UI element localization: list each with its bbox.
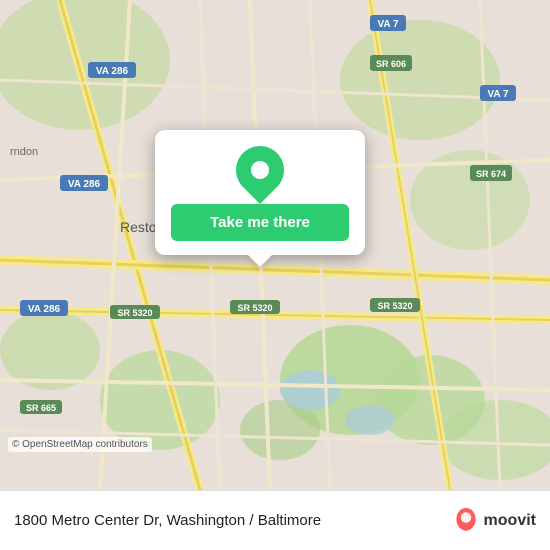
svg-text:SR 606: SR 606 xyxy=(376,59,406,69)
pin-inner-dot xyxy=(251,161,269,179)
location-pin-icon xyxy=(226,136,294,204)
moovit-brand-label: moovit xyxy=(484,512,536,530)
svg-text:SR 5320: SR 5320 xyxy=(377,301,412,311)
bottom-bar: 1800 Metro Center Dr, Washington / Balti… xyxy=(0,490,550,550)
svg-text:SR 674: SR 674 xyxy=(476,169,506,179)
moovit-logo: moovit xyxy=(452,507,536,535)
svg-text:rndon: rndon xyxy=(10,146,38,158)
osm-credit: © OpenStreetMap contributors xyxy=(8,437,152,452)
location-popup: Take me there xyxy=(155,130,365,255)
svg-text:VA 7: VA 7 xyxy=(487,89,509,100)
map-container: VA 286 VA 286 VA 286 VA 7 VA 7 SR 606 SR… xyxy=(0,0,550,490)
take-me-there-button[interactable]: Take me there xyxy=(171,204,349,241)
svg-text:VA 286: VA 286 xyxy=(28,304,61,315)
address-label: 1800 Metro Center Dr, Washington / Balti… xyxy=(14,512,452,529)
svg-text:VA 286: VA 286 xyxy=(68,179,101,190)
svg-text:SR 665: SR 665 xyxy=(26,403,56,413)
svg-text:SR 5320: SR 5320 xyxy=(117,308,152,318)
moovit-pin-icon xyxy=(452,507,480,535)
svg-text:SR 5320: SR 5320 xyxy=(237,303,272,313)
svg-text:VA 286: VA 286 xyxy=(96,66,129,77)
svg-text:VA 7: VA 7 xyxy=(377,19,399,30)
